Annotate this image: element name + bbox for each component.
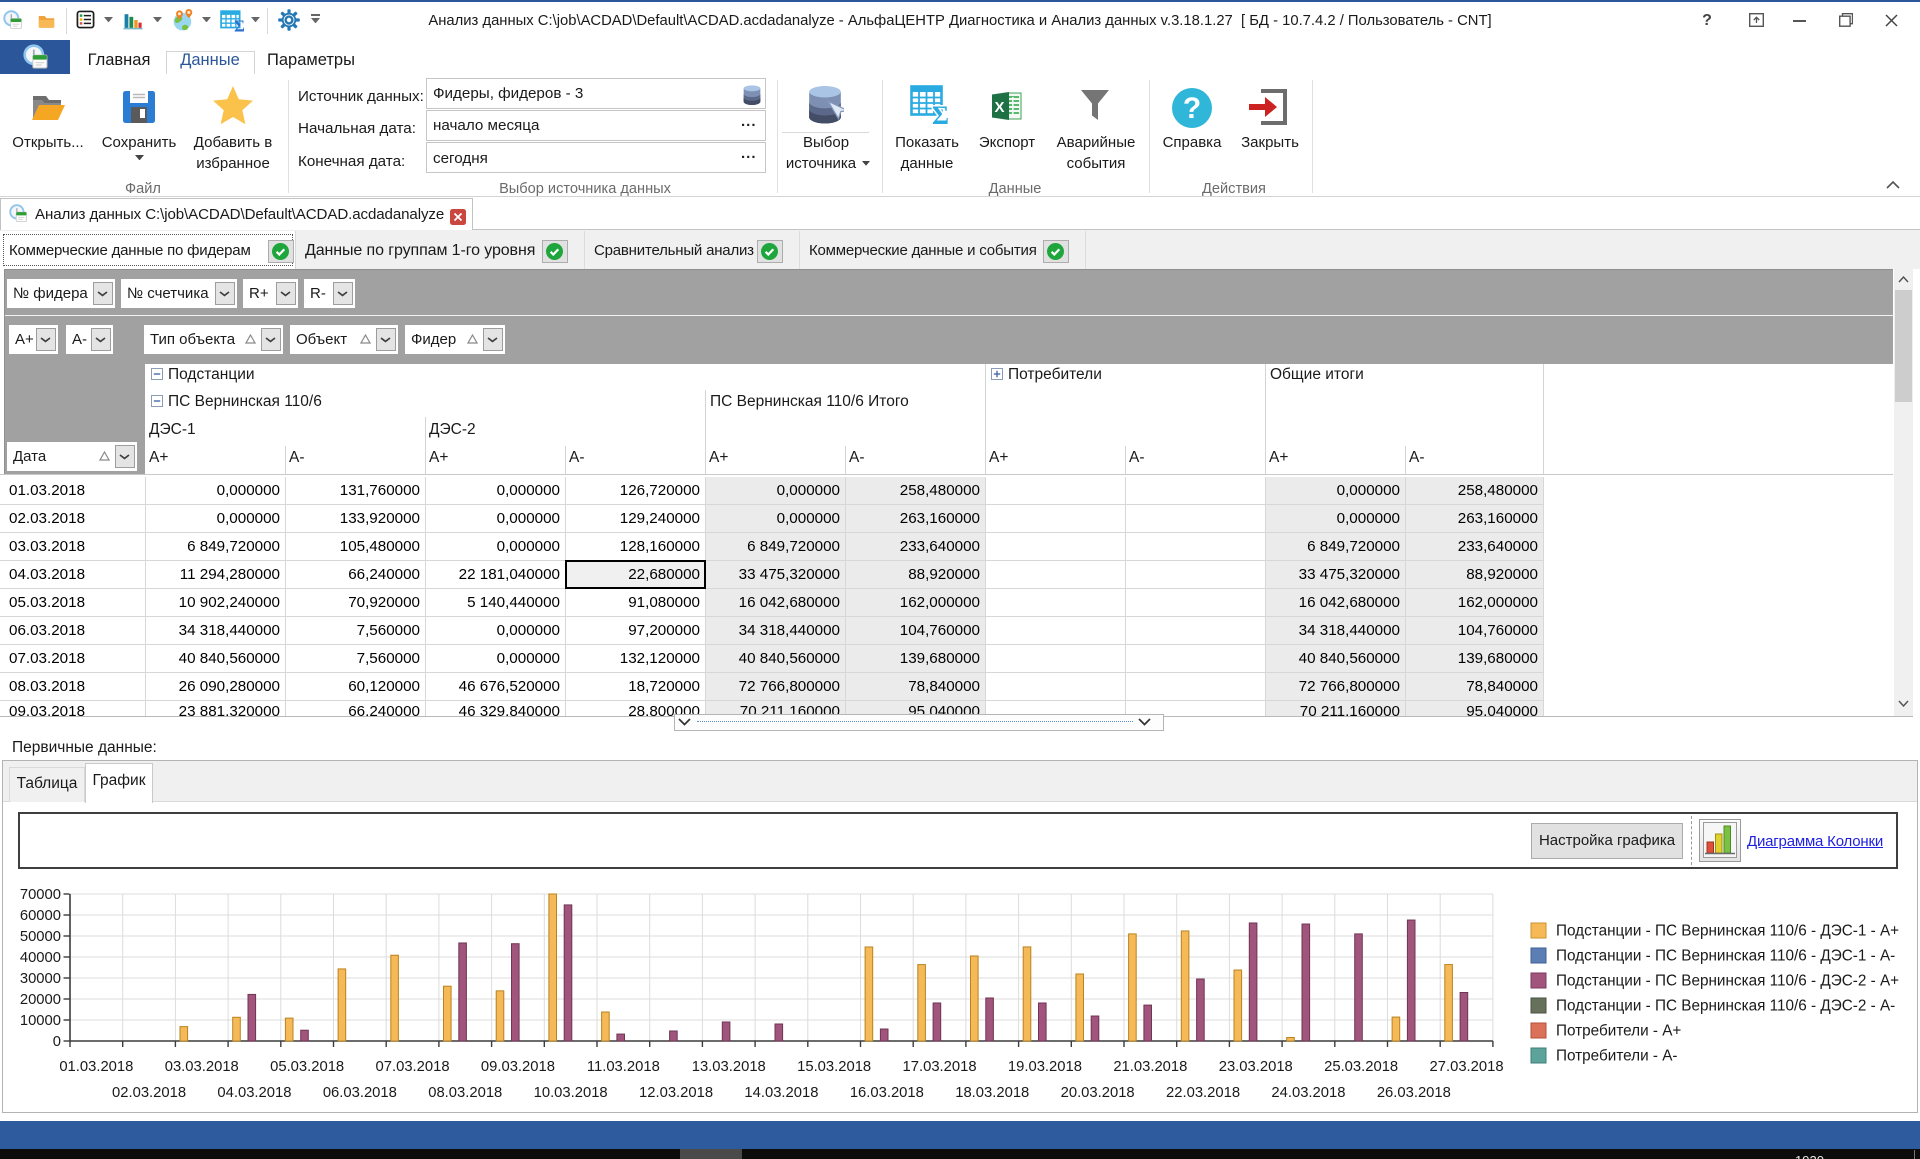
svg-text:0: 0 [53, 1034, 61, 1050]
svg-text:18.03.2018: 18.03.2018 [955, 1085, 1029, 1101]
svg-text:13.03.2018: 13.03.2018 [692, 1059, 766, 1075]
svg-text:02.03.2018: 02.03.2018 [112, 1085, 186, 1101]
svg-text:26.03.2018: 26.03.2018 [1377, 1085, 1451, 1101]
svg-text:60000: 60000 [20, 908, 61, 924]
svg-text:12.03.2018: 12.03.2018 [639, 1085, 713, 1101]
svg-text:50000: 50000 [20, 929, 61, 945]
svg-text:27.03.2018: 27.03.2018 [1430, 1059, 1504, 1075]
svg-text:Подстанции - ПС Вернинская 110: Подстанции - ПС Вернинская 110/6 - ДЭС-1… [1556, 948, 1895, 965]
svg-text:11.03.2018: 11.03.2018 [587, 1059, 660, 1075]
svg-text:03.03.2018: 03.03.2018 [165, 1059, 239, 1075]
svg-text:Подстанции - ПС Вернинская 110: Подстанции - ПС Вернинская 110/6 - ДЭС-2… [1556, 973, 1899, 990]
svg-text:14.03.2018: 14.03.2018 [744, 1085, 818, 1101]
svg-text:Потребители - A+: Потребители - A+ [1556, 1023, 1681, 1040]
svg-text:25.03.2018: 25.03.2018 [1324, 1059, 1398, 1075]
svg-text:30000: 30000 [20, 971, 61, 987]
svg-text:16.03.2018: 16.03.2018 [850, 1085, 924, 1101]
svg-text:40000: 40000 [20, 950, 61, 966]
svg-text:09.03.2018: 09.03.2018 [481, 1059, 555, 1075]
svg-text:Подстанции - ПС Вернинская 110: Подстанции - ПС Вернинская 110/6 - ДЭС-2… [1556, 998, 1895, 1015]
svg-text:20.03.2018: 20.03.2018 [1061, 1085, 1135, 1101]
svg-text:Σ: Σ [234, 16, 244, 32]
svg-text:04.03.2018: 04.03.2018 [217, 1085, 291, 1101]
svg-text:22.03.2018: 22.03.2018 [1166, 1085, 1240, 1101]
svg-text:Подстанции - ПС Вернинская 110: Подстанции - ПС Вернинская 110/6 - ДЭС-1… [1556, 923, 1899, 940]
svg-text:21.03.2018: 21.03.2018 [1113, 1059, 1187, 1075]
svg-text:08.03.2018: 08.03.2018 [428, 1085, 502, 1101]
svg-text:70000: 70000 [20, 887, 61, 903]
svg-text:20000: 20000 [20, 992, 61, 1008]
svg-text:19.03.2018: 19.03.2018 [1008, 1059, 1082, 1075]
svg-text:10000: 10000 [20, 1013, 61, 1029]
svg-text:10.03.2018: 10.03.2018 [534, 1085, 608, 1101]
svg-text:06.03.2018: 06.03.2018 [323, 1085, 397, 1101]
svg-text:07.03.2018: 07.03.2018 [376, 1059, 450, 1075]
svg-text:23.03.2018: 23.03.2018 [1219, 1059, 1293, 1075]
svg-text:Σ: Σ [932, 101, 948, 125]
svg-text:05.03.2018: 05.03.2018 [270, 1059, 344, 1075]
svg-text:Потребители - A-: Потребители - A- [1556, 1048, 1678, 1065]
svg-text:17.03.2018: 17.03.2018 [903, 1059, 977, 1075]
svg-text:X: X [995, 99, 1005, 116]
svg-text:15.03.2018: 15.03.2018 [797, 1059, 871, 1075]
svg-text:24.03.2018: 24.03.2018 [1271, 1085, 1345, 1101]
svg-text:01.03.2018: 01.03.2018 [59, 1059, 133, 1075]
svg-text:?: ? [1183, 92, 1201, 125]
